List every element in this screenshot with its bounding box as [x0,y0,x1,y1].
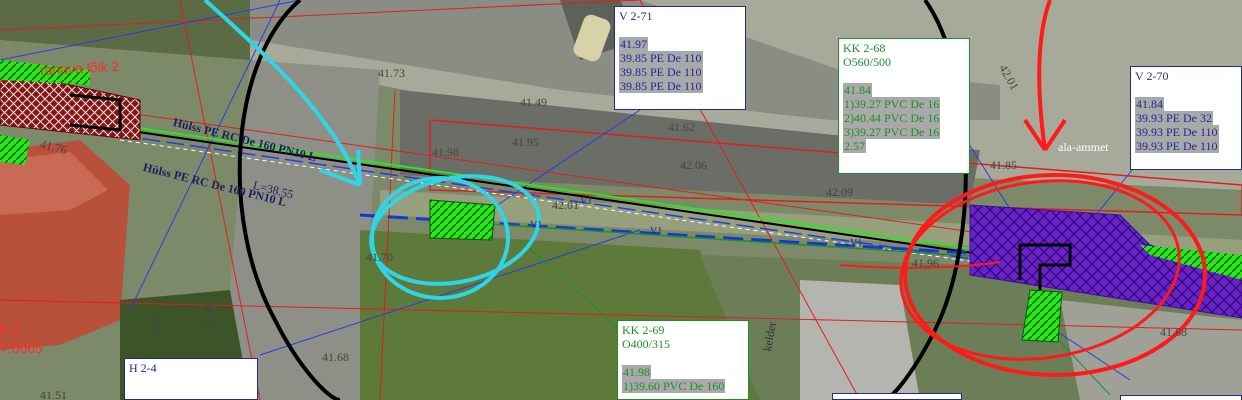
map-label-v1-a: V1 [530,220,543,231]
label-box-partial-bottom-1[interactable] [832,393,962,400]
kk2-69-elevation: 41.98 [622,365,651,379]
label-box-kk2-69[interactable]: KK 2-69 O400/315 41.98 1)39.60 PVC De 16… [617,320,749,400]
map-view[interactable]: ranava lõik 2 Hülss PE RC De 160 PN10 L … [0,0,1242,400]
label-box-v2-70[interactable]: V 2-70 41.84 39.93 PE De 32 39.93 PE De … [1130,66,1242,170]
elevation-4168: 41.68 [1160,325,1187,339]
kk2-68-row-2: 2)40.44 PVC De 16 [843,111,941,125]
v2-71-row-1: 39.85 PE De 110 [619,51,703,65]
kk2-69-row-1: 1)39.60 PVC De 160 [622,379,726,393]
elevation-4150: 41.50 [148,313,162,340]
elevation-4170: 41.70 [366,250,393,264]
elevation-4168b: 41.68 [322,350,349,364]
kk2-68-title: KK 2-68 [843,41,886,55]
v2-70-row-3: 39.93 PE De 110 [1135,139,1219,153]
elevation-4185: 41.85 [990,158,1017,172]
v2-70-row-2: 39.93 PE De 110 [1135,125,1219,139]
kk2-68-row-3: 3)39.27 PVC De 16 [843,125,941,139]
elevation-4198: 41.98 [432,145,459,159]
map-label-ammet: ala-ammet [1058,140,1109,154]
map-label-v1-c: V1 [850,238,863,249]
elevation-4201: 42.01 [552,198,579,212]
cadastral-label: h 2 [0,322,20,338]
elevation-4162: 41.62 [668,120,695,134]
v2-70-title: V 2-70 [1135,69,1169,83]
kk2-69-title: KK 2-69 [622,323,665,337]
h2-4-title: H 2-4 [129,361,157,375]
map-label-v1-b: V1 [650,226,663,237]
elevation-4209: 42.09 [826,185,853,199]
elevation-4149: 41.49 [520,95,547,109]
map-label-v1-d: V1 [580,196,593,207]
label-box-partial-bottom-2[interactable] [1120,395,1242,400]
label-box-kk2-68[interactable]: KK 2-68 O560/500 41.84 1)39.27 PVC De 16… [838,38,970,174]
label-box-v2-71[interactable]: V 2-71 41.97 39.85 PE De 110 39.85 PE De… [614,6,746,110]
elevation-4151: 41.51 [40,388,67,400]
kk2-68-elevation: 41.84 [843,83,872,97]
kk2-68-row-1: 1)39.27 PVC De 16 [843,97,941,111]
elevation-4206: 42.06 [680,158,707,172]
v2-70-elevation: 41.84 [1135,97,1164,111]
label-box-h2-4[interactable]: H 2-4 [124,358,258,400]
v2-71-row-3: 39.85 PE De 110 [619,79,703,93]
v2-70-row-1: 39.93 PE De 32 [1135,111,1213,125]
elevation-4195: 41.95 [512,135,539,149]
v2-71-elevation: 41.97 [619,37,648,51]
elevation-4173: 41.73 [378,66,405,80]
v2-71-row-2: 39.85 PE De 110 [619,65,703,79]
v2-71-title: V 2-71 [619,9,653,23]
elevation-4153: 41.53 [202,303,216,330]
kk2-69-size: O400/315 [622,337,670,351]
cadastral-number: 7:0065 [0,340,43,356]
kk2-68-size: O560/500 [843,55,891,69]
elevation-4196: 41.96 [912,256,939,270]
kk2-68-depth: 2.57 [843,139,866,153]
